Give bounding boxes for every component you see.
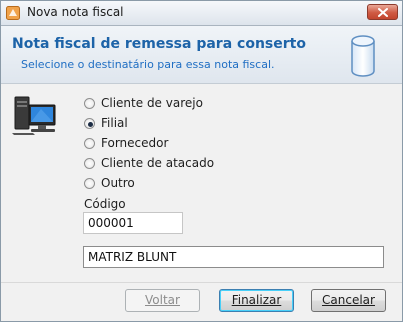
codigo-label: Código [84, 197, 126, 211]
radio-label: Cliente de varejo [101, 96, 203, 110]
radio-selected-dot [88, 122, 93, 127]
close-icon [378, 8, 388, 17]
header-title: Nota fiscal de remessa para conserto [12, 36, 306, 52]
cancelar-button[interactable]: Cancelar [311, 289, 386, 312]
title-bar: Nova nota fiscal [1, 1, 402, 26]
finalizar-button[interactable]: Finalizar [219, 289, 294, 312]
dialog-window: Nova nota fiscal Nota fiscal de remessa … [0, 0, 403, 322]
computer-icon [12, 96, 56, 135]
close-button[interactable] [367, 4, 398, 20]
app-icon [6, 6, 20, 20]
voltar-button-label: Voltar [145, 293, 180, 307]
radio-button-selected[interactable] [84, 118, 95, 129]
radio-button[interactable] [84, 98, 95, 109]
radio-label: Cliente de atacado [101, 156, 215, 170]
dialog-content: Cliente de varejo Filial Fornecedor Clie… [1, 84, 402, 281]
dialog-footer: Voltar Finalizar Cancelar [1, 283, 402, 321]
codigo-input[interactable]: 000001 [83, 212, 183, 234]
radio-label: Filial [101, 116, 128, 130]
database-cylinder-icon [351, 35, 375, 77]
window-title: Nova nota fiscal [27, 5, 124, 19]
radio-button[interactable] [84, 178, 95, 189]
voltar-button[interactable]: Voltar [125, 289, 200, 312]
cancelar-button-label: Cancelar [322, 293, 375, 307]
recipient-name-input[interactable]: MATRIZ BLUNT [83, 246, 384, 268]
radio-button[interactable] [84, 158, 95, 169]
radio-label: Fornecedor [101, 136, 169, 150]
radio-button[interactable] [84, 138, 95, 149]
radio-label: Outro [101, 176, 135, 190]
header-subtitle: Selecione o destinatário para essa nota … [21, 58, 275, 71]
dialog-header: Nota fiscal de remessa para conserto Sel… [1, 26, 402, 84]
finalizar-button-label: Finalizar [231, 293, 282, 307]
